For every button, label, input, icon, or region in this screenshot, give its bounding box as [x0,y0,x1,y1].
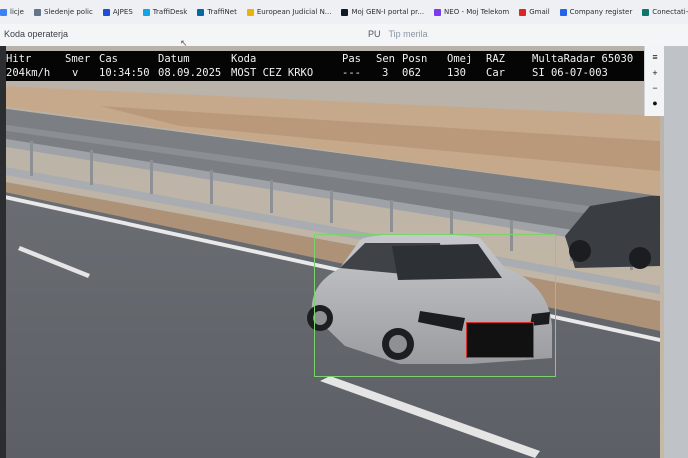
bookmark-icon [197,8,205,16]
app-toolbar: Koda operaterja PU Tip merila [0,24,688,47]
toolbar-filters: PU Tip merila [368,29,428,39]
meter-type-field[interactable]: Tip merila [389,29,428,39]
operator-code-label[interactable]: Koda operaterja [4,29,68,39]
bookmark-item[interactable]: Conectati-va la Offici... [642,8,688,16]
bookmark-icon [34,8,41,16]
header-limit: Omej [447,53,473,65]
value-position: 062 [402,67,421,79]
zoom-out-icon[interactable]: − [650,83,660,93]
header-speed: Hitr [6,53,32,65]
bookmark-icon [642,8,650,16]
bookmark-item[interactable]: Sledenje polic [34,8,93,16]
value-device-id: SI 06-07-003 [532,67,608,79]
value-limit: 130 [447,67,466,79]
bookmark-icon [341,8,349,16]
bookmark-item[interactable]: AJPES [102,8,133,16]
bookmark-item[interactable]: TraffiDesk [142,8,187,16]
value-sensor: 3 [382,67,389,79]
pu-field[interactable]: PU [368,29,381,39]
header-direction: Smer [65,53,91,65]
value-code: MOST CEZ KRKO [231,67,314,79]
header-sensor: Sen [376,53,395,65]
bookmark-icon [246,8,254,16]
value-date: 08.09.2025 [158,67,222,79]
bookmark-icon [0,8,7,16]
radar-data-overlay: Hitr Smer Cas Datum Koda Pas Sen Posn Om… [6,51,644,81]
value-class: Car [486,67,505,79]
camera-image-viewer[interactable]: Hitr Smer Cas Datum Koda Pas Sen Posn Om… [0,46,688,458]
header-lane: Pas [342,53,361,65]
header-time: Cas [99,53,118,65]
mail-icon [519,8,527,16]
value-lane: --- [342,67,361,79]
license-plate-box [466,322,534,358]
value-speed: 204km/h [6,67,51,79]
header-device: MultaRadar 65030 [532,53,634,65]
header-date: Datum [158,53,190,65]
menu-icon[interactable]: ≡ [650,52,660,62]
bookmark-item[interactable]: NEO - Moj Telekom [434,8,509,16]
bookmark-item[interactable]: European Judicial N... [246,8,331,16]
drop-icon[interactable]: ● [650,98,660,108]
bookmark-item[interactable]: Moj GEN-I portal pr... [341,8,424,16]
bookmark-icon [559,8,567,16]
bookmark-item[interactable]: Company register [559,8,632,16]
value-time: 10:34:50 [99,67,150,79]
bookmarks-bar: licje Sledenje polic AJPES TraffiDesk Tr… [0,0,688,25]
bookmark-icon [142,8,150,16]
header-class: RAZ [486,53,505,65]
bookmark-item[interactable]: licje [0,8,24,16]
bookmark-icon [434,8,442,16]
image-tools-panel: ≡ + − ● [644,46,665,116]
bookmark-icon [102,8,110,16]
bookmark-item[interactable]: Gmail [519,8,550,16]
header-code: Koda [231,53,257,65]
zoom-in-icon[interactable]: + [650,68,660,78]
value-direction: v [72,67,79,79]
bookmark-item[interactable]: TraffiNet [197,8,237,16]
side-thumbnail-strip[interactable] [664,46,688,458]
header-position: Posn [402,53,428,65]
